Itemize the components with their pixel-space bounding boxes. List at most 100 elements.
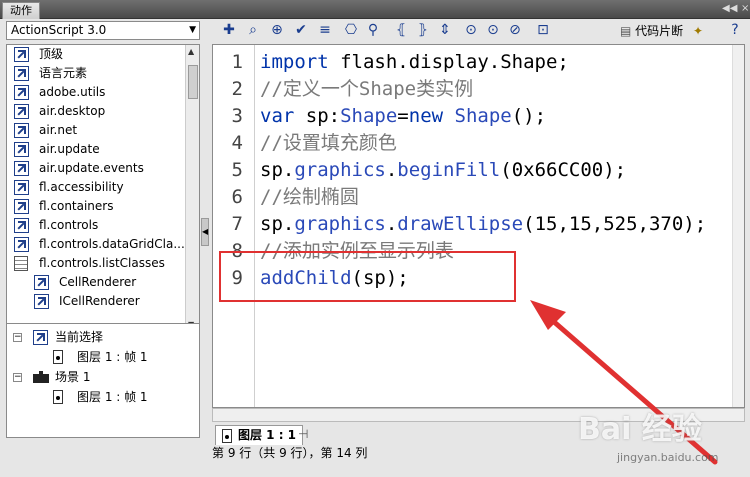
close-icon[interactable]: × <box>741 3 749 15</box>
apply-line-comment-icon[interactable]: ⊙ <box>484 21 502 39</box>
help-icon[interactable]: ? <box>726 21 744 39</box>
line-number: 4 <box>231 132 243 154</box>
tree-item-label: 语言元素 <box>39 66 88 80</box>
tree-item-label: air.desktop <box>39 104 106 118</box>
scroll-thumb[interactable] <box>188 65 198 99</box>
book-icon <box>14 123 29 138</box>
collapse-selection-icon[interactable]: ⦄ <box>414 21 432 39</box>
code-token: Shape <box>454 105 512 127</box>
collapse-toggle-icon[interactable]: − <box>13 333 22 342</box>
pin-script-icon[interactable]: ⊣ <box>298 427 308 441</box>
book-icon <box>14 85 29 100</box>
outline-label: 图层 1 : 帧 1 <box>77 350 148 364</box>
tree-item-label: CellRenderer <box>59 275 137 289</box>
expand-all-icon[interactable]: ⇕ <box>436 21 454 39</box>
code-token: beginFill <box>397 159 501 181</box>
code-token: . <box>385 159 398 181</box>
code-token: (); <box>511 105 547 127</box>
code-text: //定义一个Shape类实例 <box>260 76 473 103</box>
code-text: var sp:Shape=new Shape(); <box>260 103 546 130</box>
book-icon <box>33 330 48 345</box>
book-icon <box>14 142 29 157</box>
code-token: //设置填充颜色 <box>260 132 397 154</box>
outline-label: 图层 1 : 帧 1 <box>77 390 148 404</box>
editor-scrollbar[interactable] <box>732 45 744 407</box>
code-token: graphics <box>294 159 386 181</box>
code-snippets-button[interactable]: ▤ 代码片断 ✦ <box>620 23 703 39</box>
line-number: 3 <box>231 105 243 127</box>
line-number: 2 <box>231 78 243 100</box>
book-icon <box>34 294 49 309</box>
tree-item-label: fl.controls.dataGridCla... <box>39 237 185 251</box>
tree-item-label: air.net <box>39 123 78 137</box>
code-text: sp.graphics.beginFill(0x66CC00); <box>260 157 626 184</box>
line-number: 7 <box>231 213 243 235</box>
language-select[interactable]: ActionScript 3.0 ▼ <box>6 21 200 40</box>
find-icon[interactable]: ⌕ <box>244 21 262 39</box>
book-icon <box>14 66 29 81</box>
code-text: sp.graphics.drawEllipse(15,15,525,370); <box>260 211 706 238</box>
chevron-down-icon: ▼ <box>189 25 196 35</box>
code-hint-icon[interactable]: ⎔ <box>342 21 360 39</box>
scroll-up-icon[interactable]: ▲ <box>188 47 194 56</box>
book-icon <box>14 180 29 195</box>
class-icon <box>14 256 28 271</box>
show-hide-toolbox-icon[interactable]: ⊡ <box>534 21 552 39</box>
collapse-braces-icon[interactable]: ⦃ <box>392 21 410 39</box>
book-icon <box>14 199 29 214</box>
collapse-icon[interactable]: ◀◀ <box>722 3 737 15</box>
apply-block-comment-icon[interactable]: ⊙ <box>462 21 480 39</box>
code-token: sp: <box>294 105 341 127</box>
outline-label: 当前选择 <box>55 330 104 344</box>
code-token: = <box>397 105 409 127</box>
book-icon <box>14 104 29 119</box>
code-token: flash.display.Shape; <box>328 51 569 73</box>
panel-tab-actions[interactable]: 动作 <box>2 2 40 19</box>
auto-format-icon[interactable]: ≡ <box>316 21 334 39</box>
add-statement-icon[interactable]: ✚ <box>220 21 238 39</box>
actions-toolbar: ▤ 代码片断 ✦ ? ✚ ⌕ ⊕ ✔ ≡ ⎔ ⚲ ⦃ ⦄ ⇕ ⊙ ⊙ ⊘ ⊡ <box>212 19 750 43</box>
code-text: //设置填充颜色 <box>260 130 397 157</box>
code-token: import <box>260 51 329 73</box>
code-token: (15,15,525,370); <box>523 213 707 235</box>
frame-icon <box>222 429 232 443</box>
code-token: //定义一个Shape类实例 <box>260 78 474 100</box>
line-number: 5 <box>231 159 243 181</box>
scene-icon <box>33 371 49 383</box>
script-tab-label: 图层 1 : 1 <box>238 428 297 442</box>
code-token: //绘制椭圆 <box>260 186 359 208</box>
line-number: 1 <box>231 51 243 73</box>
tree-item-label: air.update.events <box>39 161 144 175</box>
script-navigator[interactable]: − 当前选择 图层 1 : 帧 1 − 场景 1 图层 1 : 帧 1 <box>6 323 200 438</box>
tree-item-label: air.update <box>39 142 100 156</box>
frame-icon <box>53 390 63 404</box>
tree-item-label: 顶级 <box>39 47 64 61</box>
code-token: drawEllipse <box>397 213 524 235</box>
panel-splitter-handle[interactable]: ◀ <box>201 218 209 246</box>
tree-item-label: ICellRenderer <box>59 294 140 308</box>
book-icon <box>34 275 49 290</box>
script-tab[interactable]: 图层 1 : 1 <box>215 425 304 445</box>
wand-icon[interactable]: ✦ <box>693 24 703 38</box>
language-select-value: ActionScript 3.0 <box>11 23 107 37</box>
code-token: sp. <box>260 159 295 181</box>
tree-scrollbar[interactable]: ▲ ▼ <box>185 45 199 331</box>
collapse-toggle-icon[interactable]: − <box>13 373 22 382</box>
actions-toolbox-tree[interactable]: ICellRenderer CellRenderer fl.controls.lis… <box>6 44 200 332</box>
tree-item-label: fl.controls.listClasses <box>39 256 165 270</box>
snippets-label: 代码片断 <box>635 24 684 38</box>
code-text: //绘制椭圆 <box>260 184 359 211</box>
debug-options-icon[interactable]: ⚲ <box>364 21 382 39</box>
baidu-watermark-logo: Bai 经验 <box>578 412 702 447</box>
remove-comment-icon[interactable]: ⊘ <box>506 21 524 39</box>
target-path-icon[interactable]: ⊕ <box>268 21 286 39</box>
code-token: new <box>408 105 444 127</box>
book-icon <box>14 237 29 252</box>
code-text: import flash.display.Shape; <box>260 49 569 76</box>
book-icon <box>14 218 29 233</box>
script-editor[interactable]: 1 import flash.display.Shape; 2 //定义一个Shape… <box>212 44 745 408</box>
tree-item-label: fl.containers <box>39 199 114 213</box>
frame-icon <box>53 350 63 364</box>
check-syntax-icon[interactable]: ✔ <box>292 21 310 39</box>
